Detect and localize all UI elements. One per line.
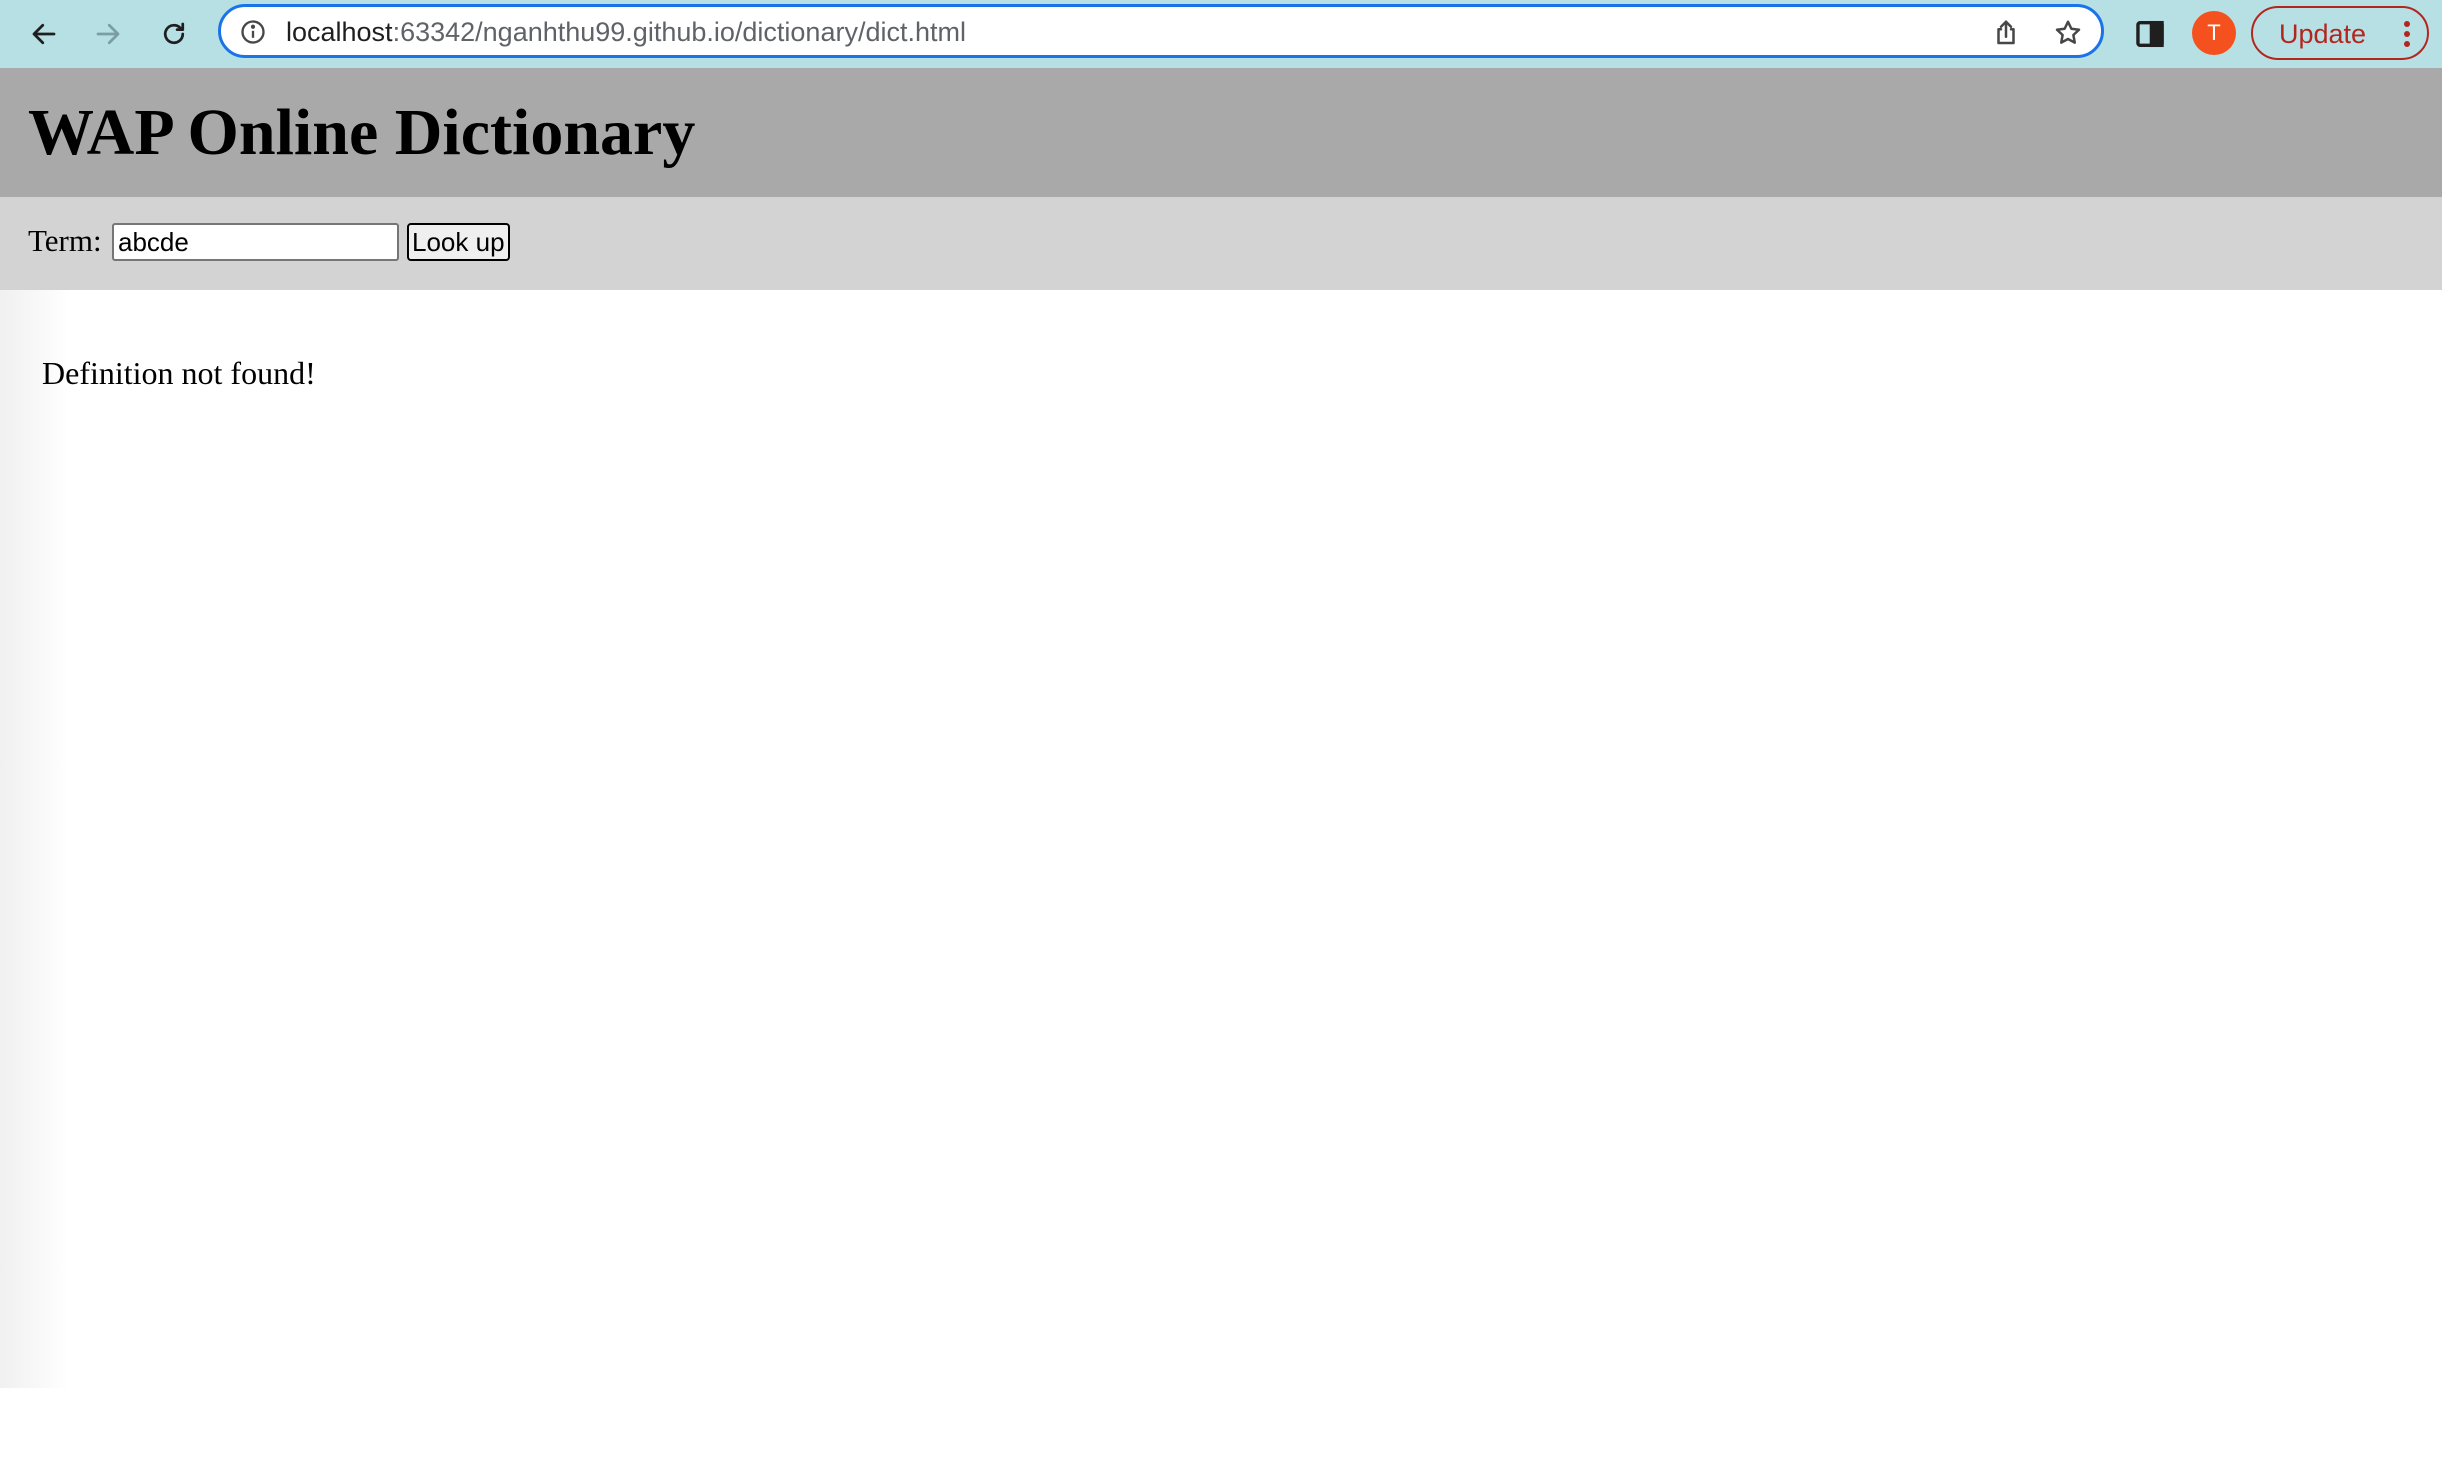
update-label: Update xyxy=(2279,19,2367,49)
page-content: WAP Online Dictionary Term: Look up Defi… xyxy=(0,68,2442,1462)
term-label: Term: xyxy=(28,223,102,258)
profile-avatar[interactable]: T xyxy=(2192,11,2236,55)
back-arrow-icon xyxy=(32,23,56,45)
more-vertical-icon xyxy=(2404,21,2410,47)
page-header: WAP Online Dictionary xyxy=(0,68,2442,197)
reload-icon xyxy=(163,22,185,45)
url-host: localhost xyxy=(286,17,393,47)
forward-arrow-icon xyxy=(96,23,120,45)
forward-button[interactable] xyxy=(84,10,132,58)
lookup-button[interactable]: Look up xyxy=(407,223,510,261)
share-icon[interactable] xyxy=(1991,18,2021,48)
bookmark-star-icon[interactable] xyxy=(2053,18,2083,48)
update-button[interactable]: Update xyxy=(2251,6,2429,60)
site-info-icon[interactable] xyxy=(239,18,267,46)
url-text[interactable]: localhost:63342/nganhthu99.github.io/dic… xyxy=(286,17,966,47)
back-button[interactable] xyxy=(20,10,68,58)
side-panel-button[interactable] xyxy=(2133,17,2167,51)
url-path: :63342/nganhthu99.github.io/dictionary/d… xyxy=(392,17,966,47)
profile-initial: T xyxy=(2207,20,2221,45)
browser-toolbar: localhost:63342/nganhthu99.github.io/dic… xyxy=(0,0,2442,69)
reload-button[interactable] xyxy=(150,10,198,58)
side-panel-icon xyxy=(2136,20,2164,48)
browser-window: localhost:63342/nganhthu99.github.io/dic… xyxy=(0,0,2442,1462)
result-message: Definition not found! xyxy=(42,355,316,391)
page-title: WAP Online Dictionary xyxy=(28,96,696,169)
search-bar: Term: Look up xyxy=(0,197,2442,290)
term-input[interactable] xyxy=(112,223,399,261)
address-bar[interactable]: localhost:63342/nganhthu99.github.io/dic… xyxy=(218,4,2104,58)
